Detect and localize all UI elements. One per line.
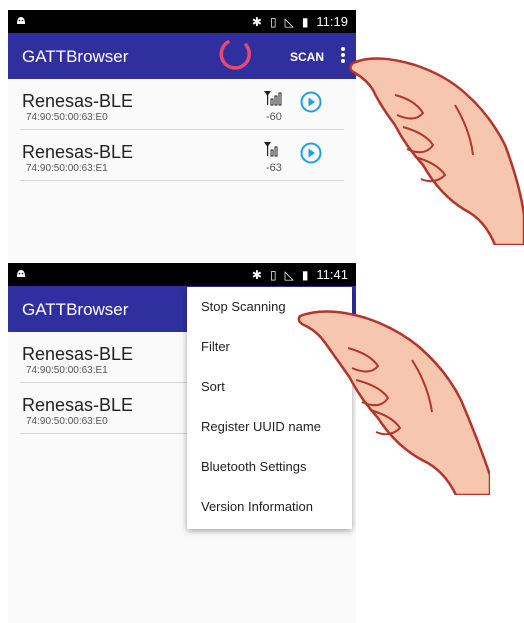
app-title: GATTBrowser	[22, 47, 129, 66]
device-address: 74:90:50:00:63:E1	[26, 163, 108, 174]
device-address: 74:90:50:00:63:E0	[26, 112, 108, 123]
app-bar: GATTBrowser SCAN	[8, 33, 356, 79]
pointing-hand-icon	[297, 310, 490, 495]
bluetooth-icon: ✱	[251, 267, 262, 282]
bluetooth-icon: ✱	[251, 14, 262, 29]
pointing-hand-icon	[349, 57, 524, 245]
battery-icon: ▮	[301, 14, 309, 29]
android-icon	[17, 270, 25, 277]
scan-button[interactable]: SCAN	[290, 50, 324, 64]
status-bar: ✱ ▯ ◺ ▮ 11:41	[8, 263, 356, 286]
signal-strength-icon	[264, 91, 282, 106]
device-address: 74:90:50:00:63:E1	[26, 365, 108, 376]
signal-strength-icon	[264, 142, 278, 157]
android-icon	[17, 17, 25, 24]
connect-arrow-icon[interactable]	[300, 91, 322, 113]
device-address: 74:90:50:00:63:E0	[26, 416, 108, 427]
device-name: Renesas-BLE	[22, 142, 134, 162]
device-name: Renesas-BLE	[22, 395, 134, 415]
device-name: Renesas-BLE	[22, 91, 134, 111]
device-row[interactable]: Renesas-BLE 74:90:50:00:63:E1 -63	[20, 130, 344, 181]
device-rssi: -60	[266, 111, 282, 123]
no-sim-icon: ◺	[284, 14, 294, 29]
device-list: Renesas-BLE 74:90:50:00:63:E0 -60 Renesa…	[8, 79, 356, 262]
vibrate-icon: ▯	[269, 267, 277, 282]
top-phone-screen: ✱ ▯ ◺ ▮ 11:19 GATTBrowser SCAN Renesas-B…	[8, 10, 356, 262]
scanning-spinner-icon	[219, 40, 251, 70]
status-clock: 11:41	[316, 267, 348, 282]
device-name: Renesas-BLE	[22, 344, 134, 364]
vibrate-icon: ▯	[269, 14, 277, 29]
device-row[interactable]: Renesas-BLE 74:90:50:00:63:E0 -60	[20, 79, 344, 130]
status-clock: 11:19	[316, 14, 348, 29]
app-title: GATTBrowser	[22, 300, 129, 319]
status-bar: ✱ ▯ ◺ ▮ 11:19	[8, 10, 356, 33]
no-sim-icon: ◺	[284, 267, 294, 282]
device-rssi: -63	[266, 162, 282, 174]
battery-icon: ▮	[301, 267, 309, 282]
connect-arrow-icon[interactable]	[300, 142, 322, 164]
